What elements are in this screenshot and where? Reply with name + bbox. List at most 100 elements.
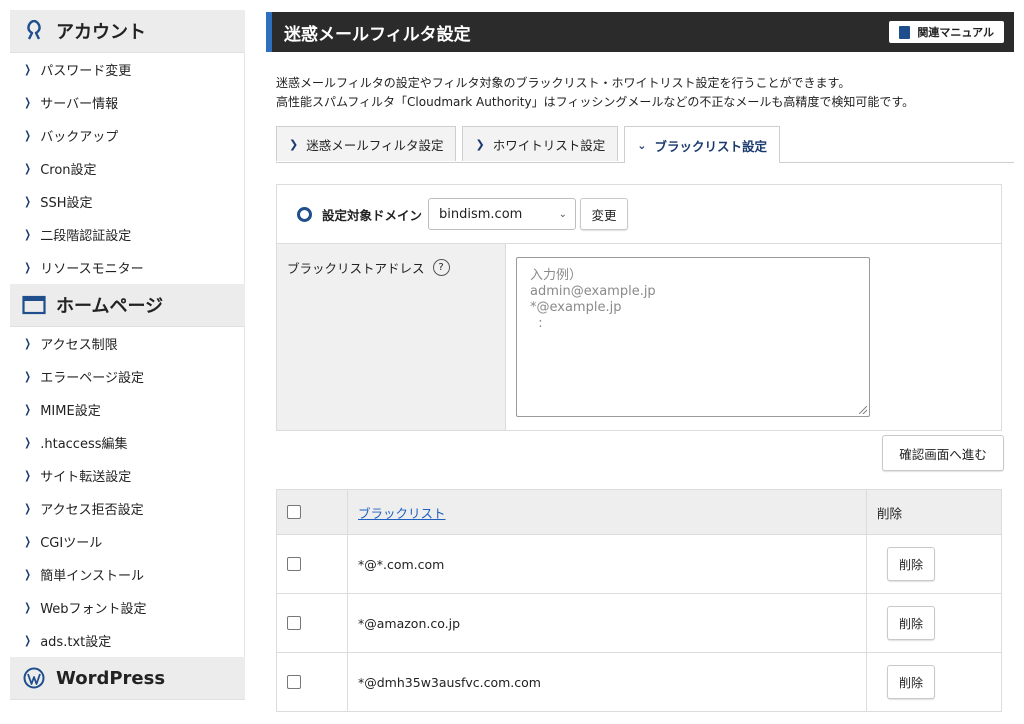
chevron-right-icon: ❯: [24, 162, 31, 175]
book-icon: [899, 25, 911, 39]
chevron-right-icon: ❯: [24, 63, 31, 76]
domain-row: 設定対象ドメイン bindism.com ⌄ 変更: [277, 185, 1001, 244]
sidebar-section-title: ホームページ: [56, 296, 164, 317]
row-address-cell: *@*.com.com: [347, 534, 867, 594]
domain-select[interactable]: bindism.com ⌄: [428, 198, 577, 230]
chevron-right-icon: ❯: [24, 634, 31, 647]
resize-handle-icon[interactable]: [859, 406, 867, 414]
tab-whitelist[interactable]: ❯ ホワイトリスト設定: [462, 126, 619, 161]
domain-select-value: bindism.com: [439, 206, 523, 222]
account-icon: [22, 19, 46, 43]
sidebar-item-password[interactable]: ❯ パスワード変更: [10, 53, 245, 86]
sidebar-item-label: アクセス制限: [40, 338, 118, 353]
tab-label: ブラックリスト設定: [654, 138, 767, 154]
header-delete-label: 削除: [877, 505, 903, 521]
sidebar-item-label: パスワード変更: [40, 64, 132, 79]
delete-button[interactable]: 削除: [887, 547, 935, 581]
sidebar-section-title: アカウント: [56, 22, 146, 43]
textarea-placeholder: 入力例） admin@example.jp *@example.jp :: [530, 268, 656, 331]
sidebar-item-ads-txt[interactable]: ❯ ads.txt設定: [10, 624, 245, 657]
sidebar-item-label: .htaccess編集: [40, 437, 128, 452]
table-row: *@*.com.com 削除: [276, 534, 1002, 594]
sidebar-item-ssh[interactable]: ❯ SSH設定: [10, 185, 245, 218]
page-header: 迷惑メールフィルタ設定 関連マニュアル: [266, 12, 1014, 52]
sidebar-item-two-factor[interactable]: ❯ 二段階認証設定: [10, 218, 245, 251]
sidebar-section-wordpress: WordPress: [10, 657, 245, 700]
main-content: 迷惑メールフィルタ設定 関連マニュアル 迷惑メールフィルタの設定やフィルタ対象の…: [266, 12, 1014, 712]
sidebar-item-label: サーバー情報: [40, 97, 119, 112]
header-checkbox-cell: [276, 489, 348, 535]
header-list-cell: ブラックリスト: [347, 489, 867, 535]
sidebar-item-label: エラーページ設定: [40, 371, 144, 386]
sidebar-item-label: Cron設定: [40, 163, 97, 178]
sidebar-item-label: リソースモニター: [40, 262, 144, 277]
tab-spam-filter[interactable]: ❯ 迷惑メールフィルタ設定: [276, 126, 457, 161]
delete-label: 削除: [898, 675, 923, 690]
chevron-right-icon: ❯: [24, 370, 31, 383]
change-domain-label: 変更: [591, 207, 617, 223]
sidebar-item-label: CGIツール: [40, 536, 103, 551]
blacklist-form: 設定対象ドメイン bindism.com ⌄ 変更 ブラックリストアドレス ? …: [276, 184, 1002, 431]
chevron-right-icon: ❯: [24, 568, 31, 581]
confirm-label: 確認画面へ進む: [899, 446, 987, 462]
chevron-right-icon: ❯: [24, 228, 31, 241]
sidebar: アカウント ❯ パスワード変更 ❯ サーバー情報 ❯ バックアップ ❯ Cron設定 ❯…: [10, 10, 245, 724]
blacklist-address-label-cell: ブラックリストアドレス ?: [277, 244, 506, 430]
description-line-2: 高性能スパムフィルタ「Cloudmark Authority」はフィッシングメー…: [276, 95, 915, 109]
chevron-right-icon: ❯: [24, 261, 31, 274]
sidebar-item-mime[interactable]: ❯ MIME設定: [10, 393, 245, 426]
chevron-right-icon: ❯: [24, 502, 31, 515]
sidebar-item-web-fonts[interactable]: ❯ Webフォント設定: [10, 591, 245, 624]
sidebar-item-error-page[interactable]: ❯ エラーページ設定: [10, 360, 245, 393]
delete-button[interactable]: 削除: [887, 606, 935, 640]
page-title: 迷惑メールフィルタ設定: [284, 24, 471, 45]
page-description: 迷惑メールフィルタの設定やフィルタ対象のブラックリスト・ホワイトリスト設定を行う…: [276, 74, 1014, 112]
sidebar-item-server-info[interactable]: ❯ サーバー情報: [10, 86, 245, 119]
row-delete-cell: 削除: [866, 652, 1002, 712]
sidebar-item-backup[interactable]: ❯ バックアップ: [10, 119, 245, 152]
tab-label: 迷惑メールフィルタ設定: [306, 137, 444, 153]
sidebar-item-easy-install[interactable]: ❯ 簡単インストール: [10, 558, 245, 591]
sidebar-item-label: MIME設定: [40, 404, 101, 419]
domain-label: 設定対象ドメイン: [322, 207, 423, 223]
confirm-button[interactable]: 確認画面へ進む: [882, 435, 1004, 471]
sidebar-item-label: バックアップ: [40, 130, 119, 145]
row-checkbox[interactable]: [287, 675, 301, 689]
row-delete-cell: 削除: [866, 593, 1002, 653]
chevron-right-icon: ❯: [24, 469, 31, 482]
sidebar-item-site-redirect[interactable]: ❯ サイト転送設定: [10, 459, 245, 492]
sidebar-item-label: アクセス拒否設定: [40, 503, 144, 518]
help-icon[interactable]: ?: [432, 259, 450, 276]
sidebar-item-label: ads.txt設定: [40, 635, 112, 650]
blacklist-address-textarea[interactable]: 入力例） admin@example.jp *@example.jp :: [516, 257, 870, 417]
domain-radio[interactable]: [297, 206, 312, 222]
row-checkbox[interactable]: [287, 557, 301, 571]
sidebar-item-label: 簡単インストール: [40, 569, 144, 584]
sidebar-item-label: 二段階認証設定: [40, 229, 132, 244]
chevron-right-icon: ❯: [24, 337, 31, 350]
chevron-down-icon: ⌄: [637, 138, 647, 152]
chevron-right-icon: ❯: [24, 436, 31, 449]
sidebar-item-resource-monitor[interactable]: ❯ リソースモニター: [10, 251, 245, 284]
row-address-cell: *@amazon.co.jp: [347, 593, 867, 653]
row-checkbox-cell: [276, 652, 348, 712]
sort-blacklist-link[interactable]: ブラックリスト: [358, 506, 446, 521]
sidebar-item-cron[interactable]: ❯ Cron設定: [10, 152, 245, 185]
change-domain-button[interactable]: 変更: [580, 198, 629, 230]
row-address: *@*.com.com: [358, 556, 445, 572]
sidebar-section-title: WordPress: [56, 667, 166, 689]
sidebar-item-access-deny[interactable]: ❯ アクセス拒否設定: [10, 492, 245, 525]
chevron-right-icon: ❯: [24, 96, 31, 109]
sidebar-item-htaccess[interactable]: ❯ .htaccess編集: [10, 426, 245, 459]
description-line-1: 迷惑メールフィルタの設定やフィルタ対象のブラックリスト・ホワイトリスト設定を行う…: [276, 76, 851, 90]
sidebar-item-access-restriction[interactable]: ❯ アクセス制限: [10, 327, 245, 360]
select-all-checkbox[interactable]: [287, 505, 301, 519]
sidebar-item-cgi-tools[interactable]: ❯ CGIツール: [10, 525, 245, 558]
sidebar-section-account: アカウント: [10, 10, 245, 53]
related-manual-button[interactable]: 関連マニュアル: [889, 21, 1004, 43]
row-checkbox[interactable]: [287, 616, 301, 630]
table-row: *@amazon.co.jp 削除: [276, 593, 1002, 653]
related-manual-label: 関連マニュアル: [917, 26, 994, 39]
tab-blacklist[interactable]: ⌄ ブラックリスト設定: [624, 126, 780, 163]
delete-button[interactable]: 削除: [887, 665, 935, 699]
